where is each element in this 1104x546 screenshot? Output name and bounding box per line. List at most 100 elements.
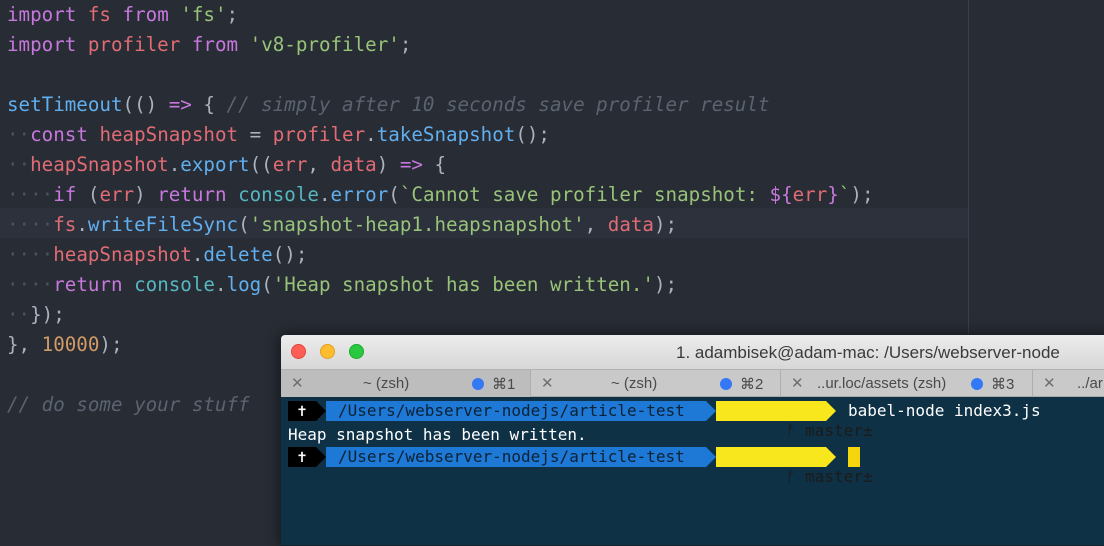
code-token: { xyxy=(422,153,447,176)
code-token: . xyxy=(214,273,227,296)
code-token: { xyxy=(191,93,227,116)
tab-4[interactable]: ✕ ../ar xyxy=(1033,370,1104,397)
prompt-path: /Users/webserver-nodejs/article-test xyxy=(326,401,706,421)
tab-shortcut: ⌘1 xyxy=(492,376,516,393)
branch-icon: ᚠ xyxy=(785,467,796,486)
code-token: . xyxy=(318,183,331,206)
code-token: => xyxy=(399,153,423,176)
code-token: 10000 xyxy=(41,333,100,356)
segment-arrow xyxy=(826,447,836,467)
tab-label: ../ar xyxy=(1077,375,1103,392)
code-token: , xyxy=(307,153,331,176)
code-token: return xyxy=(53,273,123,296)
code-line: ····if (err) return console.error(`Canno… xyxy=(7,180,874,210)
code-token: ); xyxy=(99,333,123,356)
tab-shortcut: ⌘3 xyxy=(991,376,1015,393)
code-line: import profiler from 'v8-profiler'; xyxy=(7,30,411,60)
close-tab-icon[interactable]: ✕ xyxy=(1043,374,1056,392)
code-token: fs xyxy=(53,213,77,236)
code-token: ( xyxy=(388,183,400,206)
code-token: profiler xyxy=(272,123,366,146)
prompt-git-segment: ᚠ master± xyxy=(716,401,872,440)
prompt-path: /Users/webserver-nodejs/article-test xyxy=(326,447,706,467)
code-token: import xyxy=(7,3,77,26)
code-token: . xyxy=(168,153,181,176)
code-token: setTimeout xyxy=(7,93,123,116)
terminal-cursor[interactable] xyxy=(848,447,860,467)
code-token: console xyxy=(238,183,319,206)
tab-3[interactable]: ✕ ..ur.loc/assets (zsh) ⌘3 xyxy=(781,370,1033,397)
code-line: }, 10000); xyxy=(7,330,123,360)
close-tab-icon[interactable]: ✕ xyxy=(291,374,304,392)
segment-arrow xyxy=(706,401,716,421)
code-token: heapSnapshot xyxy=(99,123,239,146)
code-line: // do some your stuff xyxy=(7,390,250,420)
code-line: ····fs.writeFileSync('snapshot-heap1.hea… xyxy=(7,210,677,240)
indent-guide: ···· xyxy=(7,183,54,206)
code-token: data xyxy=(330,153,377,176)
branch-icon: ᚠ xyxy=(785,421,796,440)
close-tab-icon[interactable]: ✕ xyxy=(541,374,554,392)
tab-label: ..ur.loc/assets (zsh) xyxy=(817,375,947,392)
code-line: ··const heapSnapshot = profiler.takeSnap… xyxy=(7,120,550,150)
code-token: 'fs' xyxy=(180,3,227,26)
code-token: err xyxy=(272,153,308,176)
code-token: => xyxy=(168,93,192,116)
code-token: // do some your stuff xyxy=(7,393,250,416)
indent-guide: ·· xyxy=(7,123,31,146)
code-token: if xyxy=(53,183,77,206)
title-bar[interactable]: 1. adambisek@adam-mac: /Users/webserver-… xyxy=(281,335,1104,369)
code-token: (); xyxy=(515,123,550,146)
close-tab-icon[interactable]: ✕ xyxy=(791,374,804,392)
code-token: heapSnapshot xyxy=(30,153,169,176)
code-line: ··heapSnapshot.export((err, data) => { xyxy=(7,150,446,180)
zoom-window-button[interactable] xyxy=(349,344,364,359)
root-symbol-icon: ✝ xyxy=(288,447,316,467)
code-token: export xyxy=(180,153,250,176)
code-token: . xyxy=(191,243,204,266)
tab-label: ~ (zsh) xyxy=(611,375,658,392)
code-token: ; xyxy=(226,3,239,26)
code-token: 'v8-profiler' xyxy=(249,33,400,56)
code-token: ); xyxy=(850,183,874,206)
code-token: }); xyxy=(30,303,65,326)
command-text: babel-node index3.js xyxy=(848,401,1041,420)
terminal-window[interactable]: 1. adambisek@adam-mac: /Users/webserver-… xyxy=(280,334,1104,546)
code-token: from xyxy=(191,33,239,56)
code-token: ) xyxy=(134,183,158,206)
branch-name: master± xyxy=(805,421,873,440)
code-line: ··}); xyxy=(7,300,65,330)
branch-name: master± xyxy=(805,467,873,486)
indent-guide: ···· xyxy=(7,273,54,296)
tab-2[interactable]: ✕ ~ (zsh) ⌘2 xyxy=(531,370,781,397)
indent-guide: ···· xyxy=(7,213,54,236)
code-token: . xyxy=(365,123,377,146)
code-token: 'snapshot-heap1.heapsnapshot' xyxy=(249,213,585,236)
close-window-button[interactable] xyxy=(291,344,306,359)
code-token: delete xyxy=(203,243,273,266)
code-line: import fs from 'fs'; xyxy=(7,0,238,30)
code-token: . xyxy=(76,213,88,236)
code-line: setTimeout(() => { // simply after 10 se… xyxy=(7,90,769,120)
terminal-line-command: ✝ /Users/webserver-nodejs/article-test ᚠ… xyxy=(288,399,1104,440)
window-title: 1. adambisek@adam-mac: /Users/webserver-… xyxy=(676,343,1060,362)
terminal-output: Heap snapshot has been written. xyxy=(288,425,587,444)
tab-1[interactable]: ✕ ~ (zsh) ⌘1 xyxy=(281,370,531,397)
code-token: } xyxy=(827,183,839,206)
code-token: from xyxy=(122,3,169,26)
code-token: ` xyxy=(838,183,851,206)
segment-arrow xyxy=(826,401,836,421)
terminal-line-prompt: ✝ /Users/webserver-nodejs/article-test ᚠ… xyxy=(288,445,1104,486)
code-token: err xyxy=(792,183,828,206)
tab-label: ~ (zsh) xyxy=(363,375,410,392)
code-token: ; xyxy=(399,33,412,56)
segment-arrow xyxy=(316,447,326,467)
minimize-window-button[interactable] xyxy=(320,344,335,359)
